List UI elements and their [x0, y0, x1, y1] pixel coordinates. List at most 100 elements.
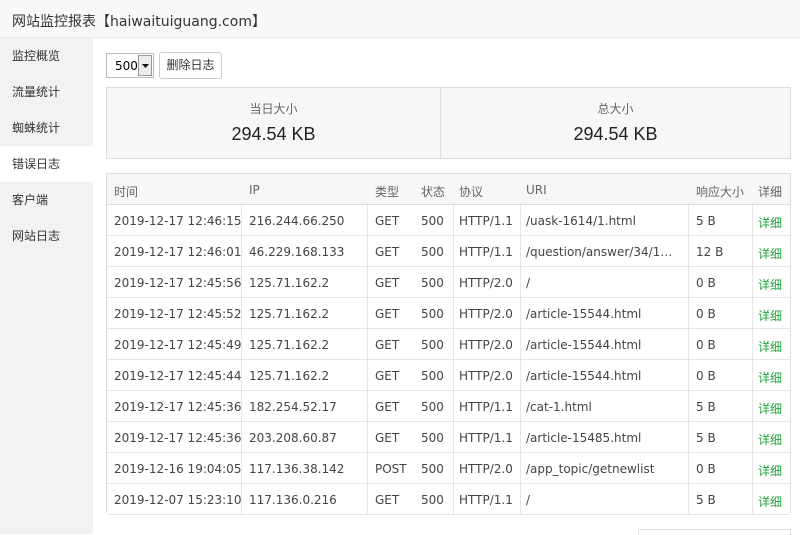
- column-divider: [520, 329, 521, 359]
- column-divider: [453, 236, 454, 266]
- sidebar-item-error-log[interactable]: 错误日志: [0, 146, 93, 182]
- cell-status: 500: [421, 400, 444, 414]
- column-divider: [520, 391, 521, 421]
- detail-link[interactable]: 详细: [758, 369, 786, 386]
- column-divider: [752, 329, 753, 359]
- cell-size: 5 B: [696, 400, 716, 414]
- cell-uri: /: [526, 493, 531, 507]
- cell-time: 2019-12-17 12:45:49: [114, 338, 242, 352]
- column-divider: [453, 360, 454, 390]
- cell-time: 2019-12-17 12:45:52: [114, 307, 242, 321]
- cell-size: 0 B: [696, 276, 716, 290]
- cell-type: GET: [375, 307, 400, 321]
- delete-log-button[interactable]: 删除日志: [159, 52, 222, 79]
- column-divider: [688, 205, 689, 235]
- detail-link[interactable]: 详细: [758, 462, 786, 479]
- table-row: 2019-12-17 12:45:52 125.71.162.2 GET 500 HTT…: [107, 298, 790, 329]
- cell-protocol: HTTP/2.0: [459, 276, 513, 290]
- column-divider: [520, 236, 521, 266]
- cell-time: 2019-12-16 19:04:05: [114, 462, 242, 476]
- sidebar-item-site-log[interactable]: 网站日志: [0, 218, 93, 254]
- window-titlebar: 网站监控报表【haiwaituiguang.com】: [0, 0, 800, 38]
- sidebar: 监控概览 流量统计 蜘蛛统计 错误日志 客户端 网站日志: [0, 38, 93, 534]
- detail-link[interactable]: 详细: [758, 400, 786, 417]
- column-divider: [688, 298, 689, 328]
- detail-link[interactable]: 详细: [758, 276, 786, 293]
- cell-uri: /article-15485.html: [526, 431, 642, 445]
- cell-size: 0 B: [696, 338, 716, 352]
- sidebar-item-overview[interactable]: 监控概览: [0, 38, 93, 74]
- detail-link[interactable]: 详细: [758, 307, 786, 324]
- column-divider: [367, 298, 368, 328]
- cell-status: 500: [421, 245, 444, 259]
- cell-type: GET: [375, 369, 400, 383]
- cell-protocol: HTTP/1.1: [459, 400, 513, 414]
- table-header: 时间 IP 类型 状态 协议 URI 响应大小 详细: [107, 174, 790, 205]
- column-divider: [688, 329, 689, 359]
- detail-link[interactable]: 详细: [758, 431, 786, 448]
- cell-protocol: HTTP/2.0: [459, 307, 513, 321]
- detail-link[interactable]: 详细: [758, 245, 786, 262]
- cell-protocol: HTTP/1.1: [459, 214, 513, 228]
- cell-size: 0 B: [696, 307, 716, 321]
- detail-link[interactable]: 详细: [758, 493, 786, 510]
- cell-time: 2019-12-17 12:46:15: [114, 214, 242, 228]
- cell-status: 500: [421, 276, 444, 290]
- cell-ip: 182.254.52.17: [249, 400, 337, 414]
- column-divider: [367, 360, 368, 390]
- chevron-down-icon: [142, 64, 149, 68]
- cell-status: 500: [421, 493, 444, 507]
- cell-protocol: HTTP/1.1: [459, 431, 513, 445]
- cell-type: GET: [375, 400, 400, 414]
- cell-ip: 125.71.162.2: [249, 307, 330, 321]
- cell-size: 5 B: [696, 493, 716, 507]
- stat-total-value: 294.54 KB: [573, 124, 658, 144]
- column-divider: [752, 453, 753, 483]
- column-divider: [520, 453, 521, 483]
- cell-protocol: HTTP/2.0: [459, 369, 513, 383]
- sidebar-item-label: 网站日志: [12, 229, 61, 243]
- cell-uri: /article-15544.html: [526, 369, 642, 383]
- column-divider: [688, 267, 689, 297]
- cell-protocol: HTTP/2.0: [459, 338, 513, 352]
- cell-protocol: HTTP/2.0: [459, 462, 513, 476]
- column-divider: [688, 391, 689, 421]
- sidebar-item-spider[interactable]: 蜘蛛统计: [0, 110, 93, 146]
- cell-time: 2019-12-17 12:45:36: [114, 431, 242, 445]
- column-divider: [367, 267, 368, 297]
- column-divider: [752, 391, 753, 421]
- header-ip: IP: [249, 183, 260, 197]
- column-divider: [453, 484, 454, 514]
- cell-protocol: HTTP/1.1: [459, 493, 513, 507]
- cell-protocol: HTTP/1.1: [459, 245, 513, 259]
- page-size-value: 500: [115, 59, 138, 73]
- stat-today-value: 294.54 KB: [231, 124, 316, 144]
- sidebar-item-traffic[interactable]: 流量统计: [0, 74, 93, 110]
- sidebar-item-client[interactable]: 客户端: [0, 182, 93, 218]
- column-divider: [453, 298, 454, 328]
- cell-time: 2019-12-17 12:46:01: [114, 245, 242, 259]
- cell-type: GET: [375, 431, 400, 445]
- column-divider: [688, 422, 689, 452]
- stat-total: 总大小 294.54 KB: [441, 88, 790, 158]
- column-divider: [520, 422, 521, 452]
- detail-link[interactable]: 详细: [758, 214, 786, 231]
- table-row: 2019-12-16 19:04:05 117.136.38.142 POST 500…: [107, 453, 790, 484]
- pagination[interactable]: [638, 529, 791, 535]
- column-divider: [520, 298, 521, 328]
- sidebar-item-label: 客户端: [12, 193, 49, 207]
- table-row: 2019-12-17 12:46:15 216.244.66.250 GET 500 H…: [107, 205, 790, 236]
- cell-status: 500: [421, 369, 444, 383]
- cell-type: GET: [375, 493, 400, 507]
- cell-size: 12 B: [696, 245, 724, 259]
- sidebar-item-label: 流量统计: [12, 85, 61, 99]
- column-divider: [688, 453, 689, 483]
- page-size-select[interactable]: 500: [106, 53, 154, 78]
- column-divider: [453, 391, 454, 421]
- cell-uri: /cat-1.html: [526, 400, 592, 414]
- detail-link[interactable]: 详细: [758, 338, 786, 355]
- table-row: 2019-12-17 12:45:44 125.71.162.2 GET 500 HTT…: [107, 360, 790, 391]
- stat-today: 当日大小 294.54 KB: [107, 88, 441, 158]
- dropdown-arrow[interactable]: [138, 55, 152, 76]
- cell-ip: 117.136.38.142: [249, 462, 345, 476]
